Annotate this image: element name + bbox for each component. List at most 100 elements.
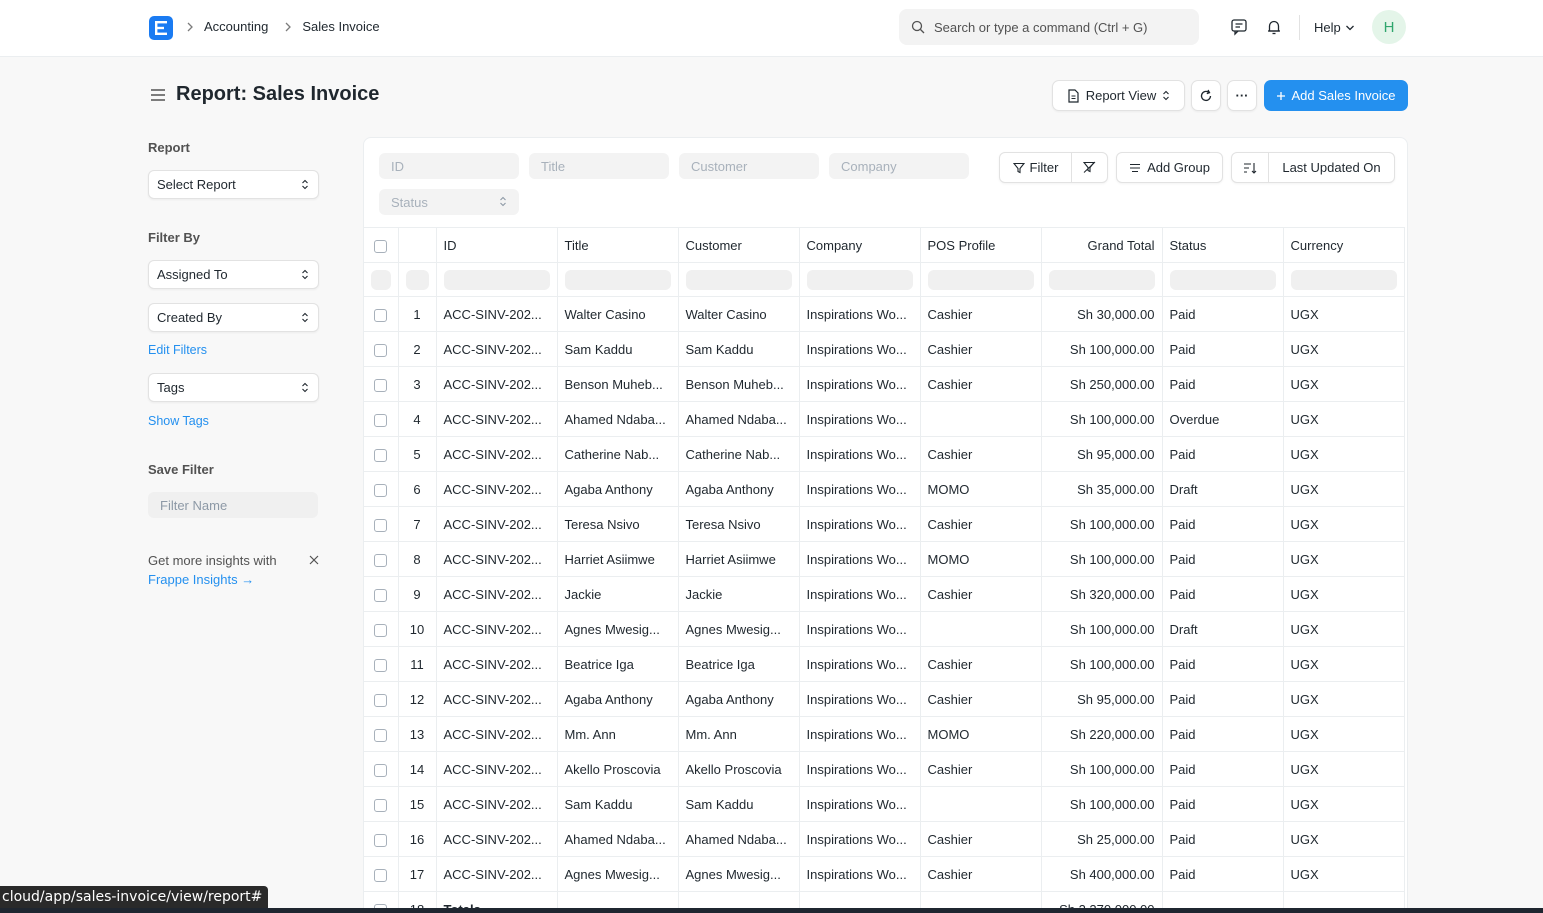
column-filter-input[interactable] (1290, 269, 1397, 290)
cell-title[interactable]: Sam Kaddu (557, 786, 679, 822)
cell-id[interactable]: ACC-SINV-202... (436, 611, 558, 647)
column-header-status[interactable]: Status (1162, 227, 1284, 263)
cell-id[interactable]: ACC-SINV-202... (436, 471, 558, 507)
cell-id[interactable]: ACC-SINV-202... (436, 681, 558, 717)
cell-title[interactable]: Catherine Nab... (557, 436, 679, 472)
cell-grand-total[interactable]: Sh 400,000.00 (1041, 856, 1163, 892)
show-tags-link[interactable]: Show Tags (148, 414, 209, 428)
cell-title[interactable]: Walter Casino (557, 296, 679, 332)
cell-customer[interactable]: Agaba Anthony (678, 681, 800, 717)
select-report-dropdown[interactable]: Select Report (148, 170, 319, 199)
row-checkbox[interactable] (374, 343, 388, 357)
id-filter-input[interactable]: ID (379, 153, 519, 179)
cell-customer[interactable]: Sam Kaddu (678, 331, 800, 367)
cell-company[interactable]: Inspirations Wo... (799, 331, 921, 367)
row-checkbox[interactable] (374, 658, 388, 672)
cell-status[interactable]: Paid (1162, 296, 1284, 332)
table-row[interactable]: 3 ACC-SINV-202... Benson Muheb... Benson Mu… (364, 366, 1405, 402)
cell-title[interactable]: Agaba Anthony (557, 471, 679, 507)
cell-currency[interactable]: UGX (1283, 856, 1405, 892)
cell-currency[interactable]: UGX (1283, 436, 1405, 472)
column-filter-input[interactable] (806, 269, 913, 290)
cell-company[interactable]: Inspirations Wo... (799, 401, 921, 437)
cell-customer[interactable]: Catherine Nab... (678, 436, 800, 472)
table-row[interactable]: 7 ACC-SINV-202... Teresa Nsivo Teresa Nsivo… (364, 506, 1405, 542)
column-header-id[interactable]: ID (436, 227, 558, 263)
add-sales-invoice-button[interactable]: Add Sales Invoice (1264, 80, 1408, 111)
cell-pos-profile[interactable]: Cashier (920, 436, 1042, 472)
cell-customer[interactable]: Harriet Asiimwe (678, 541, 800, 577)
cell-status[interactable]: Paid (1162, 716, 1284, 752)
cell-currency[interactable]: UGX (1283, 681, 1405, 717)
table-row[interactable]: 15 ACC-SINV-202... Sam Kaddu Sam Kaddu Inspi… (364, 786, 1405, 822)
cell-company[interactable]: Inspirations Wo... (799, 436, 921, 472)
table-row[interactable]: 4 ACC-SINV-202... Ahamed Ndaba... Ahamed Nd… (364, 401, 1405, 437)
assigned-to-dropdown[interactable]: Assigned To (148, 260, 319, 289)
tags-dropdown[interactable]: Tags (148, 373, 319, 402)
cell-pos-profile[interactable]: Cashier (920, 296, 1042, 332)
cell-customer[interactable]: Beatrice Iga (678, 646, 800, 682)
cell-pos-profile[interactable] (920, 786, 1042, 822)
bell-icon[interactable] (1264, 17, 1284, 37)
cell-currency[interactable]: UGX (1283, 366, 1405, 402)
column-filter-input[interactable] (405, 269, 429, 290)
row-checkbox[interactable] (374, 798, 388, 812)
cell-grand-total[interactable]: Sh 100,000.00 (1041, 506, 1163, 542)
cell-title[interactable]: Sam Kaddu (557, 331, 679, 367)
cell-status[interactable]: Paid (1162, 786, 1284, 822)
cell-title[interactable]: Agaba Anthony (557, 681, 679, 717)
cell-grand-total[interactable]: Sh 100,000.00 (1041, 646, 1163, 682)
row-checkbox[interactable] (374, 553, 388, 567)
cell-currency[interactable]: UGX (1283, 331, 1405, 367)
table-row[interactable]: 8 ACC-SINV-202... Harriet Asiimwe Harriet A… (364, 541, 1405, 577)
cell-id[interactable]: ACC-SINV-202... (436, 366, 558, 402)
cell-pos-profile[interactable]: Cashier (920, 646, 1042, 682)
refresh-button[interactable] (1191, 80, 1221, 111)
row-checkbox[interactable] (374, 483, 388, 497)
cell-id[interactable]: ACC-SINV-202... (436, 716, 558, 752)
cell-pos-profile[interactable]: Cashier (920, 681, 1042, 717)
cell-title[interactable]: Ahamed Ndaba... (557, 821, 679, 857)
cell-pos-profile[interactable]: Cashier (920, 366, 1042, 402)
cell-customer[interactable]: Agnes Mwesig... (678, 611, 800, 647)
more-options-button[interactable]: ··· (1227, 80, 1257, 111)
cell-grand-total[interactable]: Sh 95,000.00 (1041, 436, 1163, 472)
cell-grand-total[interactable]: Sh 30,000.00 (1041, 296, 1163, 332)
cell-grand-total[interactable]: Sh 100,000.00 (1041, 331, 1163, 367)
cell-id[interactable]: ACC-SINV-202... (436, 541, 558, 577)
cell-pos-profile[interactable]: Cashier (920, 506, 1042, 542)
column-header-currency[interactable]: Currency (1283, 227, 1405, 263)
table-row[interactable]: 12 ACC-SINV-202... Agaba Anthony Agaba Anth… (364, 681, 1405, 717)
cell-status[interactable]: Paid (1162, 856, 1284, 892)
sort-direction-button[interactable] (1232, 153, 1269, 182)
cell-pos-profile[interactable]: MOMO (920, 716, 1042, 752)
cell-customer[interactable]: Walter Casino (678, 296, 800, 332)
table-row[interactable]: 14 ACC-SINV-202... Akello Proscovia Akello … (364, 751, 1405, 787)
row-checkbox[interactable] (374, 833, 388, 847)
cell-status[interactable]: Paid (1162, 541, 1284, 577)
cell-company[interactable]: Inspirations Wo... (799, 716, 921, 752)
row-checkbox[interactable] (374, 413, 388, 427)
cell-currency[interactable]: UGX (1283, 401, 1405, 437)
cell-status[interactable]: Draft (1162, 611, 1284, 647)
cell-title[interactable]: Agnes Mwesig... (557, 856, 679, 892)
cell-id[interactable]: ACC-SINV-202... (436, 821, 558, 857)
sort-field-button[interactable]: Last Updated On (1269, 153, 1394, 182)
cell-status[interactable]: Paid (1162, 821, 1284, 857)
cell-customer[interactable]: Ahamed Ndaba... (678, 401, 800, 437)
column-filter-input[interactable] (1169, 269, 1276, 290)
cell-pos-profile[interactable] (920, 401, 1042, 437)
cell-grand-total[interactable]: Sh 100,000.00 (1041, 401, 1163, 437)
table-row[interactable]: 16 ACC-SINV-202... Ahamed Ndaba... Ahamed N… (364, 821, 1405, 857)
company-filter-input[interactable]: Company (829, 153, 969, 179)
cell-title[interactable]: Ahamed Ndaba... (557, 401, 679, 437)
clear-filter-button[interactable] (1072, 153, 1107, 182)
cell-grand-total[interactable]: Sh 100,000.00 (1041, 751, 1163, 787)
edit-filters-link[interactable]: Edit Filters (148, 343, 207, 357)
add-group-button[interactable]: Add Group (1116, 152, 1223, 183)
cell-grand-total[interactable]: Sh 95,000.00 (1041, 681, 1163, 717)
column-header-grand-total[interactable]: Grand Total (1041, 227, 1163, 263)
cell-title[interactable]: Agnes Mwesig... (557, 611, 679, 647)
cell-status[interactable]: Paid (1162, 366, 1284, 402)
cell-currency[interactable]: UGX (1283, 646, 1405, 682)
